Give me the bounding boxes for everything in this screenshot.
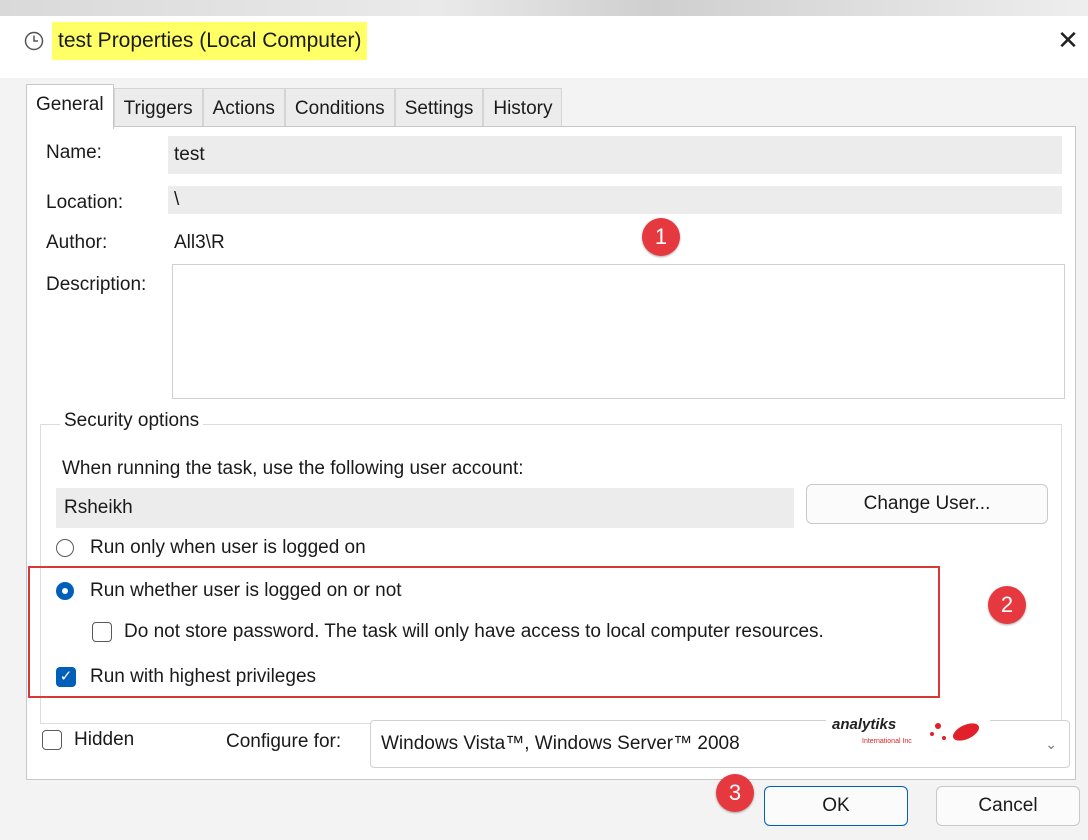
description-textarea[interactable] (172, 264, 1065, 399)
tab-history[interactable]: History (483, 88, 563, 129)
user-account-field: Rsheikh (56, 488, 794, 528)
clock-icon (24, 31, 44, 51)
tab-triggers[interactable]: Triggers (113, 88, 203, 129)
radio-whether-logged-on[interactable] (56, 582, 74, 600)
redaction (236, 236, 290, 250)
name-field[interactable]: test (168, 136, 1062, 174)
background-strip (0, 0, 1088, 16)
tab-general[interactable]: General (26, 84, 114, 129)
description-label: Description: (46, 274, 147, 295)
logo-name: analytiks (832, 716, 897, 733)
radio-whether-label: Run whether user is logged on or not (90, 580, 402, 601)
radio-logged-on[interactable] (56, 539, 74, 557)
close-button[interactable]: ✕ (1052, 24, 1084, 56)
checkmark-icon: ✓ (59, 668, 73, 685)
name-label: Name: (46, 142, 102, 163)
author-label: Author: (46, 232, 108, 253)
window-title: test Properties (Local Computer) (52, 22, 368, 60)
account-prompt: When running the task, use the following… (62, 458, 524, 479)
analytiks-logo: analytiks International Inc (826, 708, 990, 754)
location-label: Location: (46, 192, 124, 213)
location-field: \ (168, 186, 1062, 214)
ok-button[interactable]: OK (764, 786, 908, 826)
logo-mark-icon (930, 723, 980, 741)
logo-tagline: International Inc (862, 738, 912, 745)
annotation-badge-3: 3 (716, 774, 754, 812)
highest-privileges-label: Run with highest privileges (90, 666, 317, 687)
cancel-button[interactable]: Cancel (936, 786, 1080, 826)
tab-settings[interactable]: Settings (394, 88, 484, 129)
configure-for-value: Windows Vista™, Windows Server™ 2008 (381, 733, 740, 754)
no-store-password-checkbox[interactable] (92, 622, 112, 642)
task-properties-window: test Properties (Local Computer) ✕ Gener… (0, 0, 1088, 840)
radio-logged-on-label: Run only when user is logged on (90, 537, 366, 558)
chevron-down-icon: ⌄ (1045, 736, 1057, 752)
no-store-password-label: Do not store password. The task will onl… (124, 621, 824, 642)
security-options-label: Security options (60, 410, 204, 432)
tab-bar: General Triggers Actions Conditions Sett… (26, 84, 563, 129)
configure-for-label: Configure for: (226, 731, 342, 752)
title-bar: test Properties (Local Computer) ✕ (0, 0, 1088, 78)
hidden-checkbox[interactable] (42, 730, 62, 750)
highest-privileges-checkbox[interactable]: ✓ (56, 667, 76, 687)
author-value: All3\R (174, 232, 225, 253)
annotation-badge-1: 1 (642, 218, 680, 256)
tab-conditions[interactable]: Conditions (284, 88, 395, 129)
tab-actions[interactable]: Actions (202, 88, 285, 129)
change-user-button[interactable]: Change User... (806, 484, 1048, 524)
hidden-label: Hidden (74, 729, 135, 750)
annotation-badge-2: 2 (988, 586, 1026, 624)
